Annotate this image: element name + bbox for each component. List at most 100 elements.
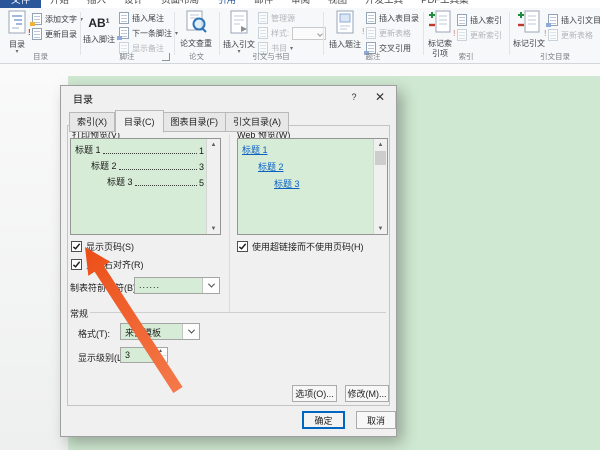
toc-entry: 标题 35: [107, 177, 204, 188]
tab-references[interactable]: 引用: [208, 0, 245, 8]
tab-mailings[interactable]: 邮件: [245, 0, 282, 8]
tab-developer[interactable]: 开发工具: [356, 0, 412, 8]
insert-caption-icon: [333, 10, 357, 40]
mark-entry-button[interactable]: 标记索引项: [425, 10, 455, 58]
button-label: 插入引文目录: [561, 15, 600, 25]
insert-table-of-figures-button[interactable]: 插入表目录: [366, 12, 419, 24]
web-preview-box: 标题 1 标题 2 标题 3 ▲ ▼: [237, 138, 388, 235]
update-index-icon: [453, 29, 467, 41]
spin-up-icon[interactable]: ▲: [154, 348, 167, 356]
insert-table-of-authorities-button[interactable]: 插入引文目录: [546, 14, 600, 27]
tab-review[interactable]: 审阅: [282, 0, 319, 8]
next-footnote-icon: [117, 27, 129, 40]
dialog-tab-table-of-figures[interactable]: 图表目录(F): [163, 112, 226, 132]
tab-design[interactable]: 设计: [115, 0, 152, 8]
dialog-tab-index[interactable]: 索引(X): [69, 112, 115, 132]
web-toc-entry: 标题 3: [274, 179, 300, 189]
tab-insert[interactable]: 插入: [78, 0, 115, 8]
group-label-footnotes: 脚注: [119, 52, 135, 61]
options-button[interactable]: 选项(O)...: [292, 385, 337, 402]
dot-leader: [102, 153, 197, 154]
spin-down-icon[interactable]: ▼: [154, 356, 167, 363]
insert-index-button[interactable]: 插入索引: [457, 14, 502, 26]
style-selector[interactable]: 样式:: [258, 26, 327, 40]
style-icon: [258, 27, 268, 39]
insert-endnote-button[interactable]: 插入尾注: [119, 12, 164, 24]
dialog-tab-table-of-authorities[interactable]: 引文目录(A): [226, 112, 289, 132]
dialog-tab-page: 打印预览(V) 标题 11 标题 23 标题 35 ▲ ▼ Web 预览(W) …: [67, 125, 390, 406]
chevron-down-icon[interactable]: [182, 324, 199, 339]
ribbon-group-citations: 插入引文 ▾ 管理源 样式: 书目 ▾ 引文与书目: [220, 8, 327, 63]
toc-button[interactable]: 目录 ▾: [4, 10, 30, 55]
tab-layout[interactable]: 页面布局: [152, 0, 208, 8]
paper-check-icon: [184, 10, 208, 39]
button-label: 论文查重: [180, 39, 212, 48]
chevron-down-icon[interactable]: [202, 278, 219, 293]
update-index-button[interactable]: 更新索引: [453, 29, 502, 41]
word-window: 文件 开始 插入 设计 页面布局 引用 邮件 审阅 视图 开发工具 PDF工具集…: [0, 0, 600, 450]
scroll-down-icon[interactable]: ▼: [374, 223, 387, 234]
show-page-numbers-checkbox[interactable]: 显示页码(S): [71, 240, 134, 253]
ribbon-group-paper: 论文查重 论文: [175, 8, 218, 63]
checkbox-checked-icon: [71, 259, 82, 270]
close-icon[interactable]: ✕: [372, 89, 388, 104]
insert-citation-button[interactable]: 插入引文 ▾: [222, 10, 256, 55]
paper-check-button[interactable]: 论文查重: [179, 10, 213, 54]
column-divider: [229, 134, 230, 312]
tab-leader-dropdown[interactable]: ......: [134, 277, 220, 294]
ribbon-group-footnotes: AB¹ 插入脚注 插入尾注 下一条脚注 ▾ 显示备注 脚注: [81, 8, 178, 63]
group-label-index: 索引: [458, 52, 474, 61]
group-label-paper: 论文: [189, 52, 204, 61]
update-authorities-table-button[interactable]: 更新表格: [544, 29, 593, 41]
web-toc-entry: 标题 1: [242, 145, 268, 155]
print-preview-scrollbar[interactable]: ▲ ▼: [206, 139, 220, 234]
ribbon: 目录 ▾ 添加文字 ▾ 更新目录 目录 AB¹ 插入脚注 插入尾注: [0, 8, 600, 64]
checkbox-label: 显示页码(S): [86, 242, 134, 252]
manage-sources-button[interactable]: 管理源: [258, 12, 295, 24]
add-text-button[interactable]: 添加文字 ▾: [30, 13, 83, 26]
modify-button[interactable]: 修改(M)...: [345, 385, 389, 402]
update-toc-button[interactable]: 更新目录: [28, 28, 77, 40]
format-dropdown[interactable]: 来自模板: [120, 323, 200, 340]
button-label: 样式:: [271, 28, 290, 38]
next-footnote-button[interactable]: 下一条脚注 ▾: [117, 27, 178, 40]
ribbon-group-captions: 插入题注 插入表目录 更新表格 交叉引用 题注: [324, 8, 422, 63]
show-levels-spinner[interactable]: 3 ▲ ▼: [120, 347, 168, 363]
use-hyperlinks-checkbox[interactable]: 使用超链接而不使用页码(H): [237, 240, 364, 253]
help-icon[interactable]: ?: [346, 89, 362, 104]
spinner-value: 3: [125, 350, 131, 360]
style-dropdown[interactable]: [292, 26, 327, 40]
insert-footnote-button[interactable]: AB¹ 插入脚注: [81, 10, 117, 54]
web-preview-scrollbar[interactable]: ▲ ▼: [373, 139, 387, 234]
tab-file[interactable]: 文件: [0, 0, 42, 8]
tab-home[interactable]: 开始: [41, 0, 78, 8]
ok-button[interactable]: 确定: [302, 411, 345, 429]
scroll-down-icon[interactable]: ▼: [207, 223, 220, 234]
update-table-button[interactable]: 更新表格: [362, 27, 411, 39]
insert-table-of-authorities-icon: [546, 14, 558, 27]
dialog-tab-toc[interactable]: 目录(C): [115, 110, 164, 133]
right-align-page-numbers-checkbox[interactable]: 页码右对齐(R): [71, 258, 144, 271]
button-label: 更新表格: [561, 30, 593, 40]
mark-citation-button[interactable]: 标记引文: [512, 10, 546, 54]
button-label: 标记引文: [513, 39, 545, 48]
group-label-citations: 引文与书目: [252, 52, 290, 61]
button-label: 更新表格: [379, 28, 411, 38]
footnotes-dialog-launcher-icon[interactable]: [162, 53, 170, 61]
dropdown-value: 来自模板: [125, 328, 162, 338]
dialog-title: 目录: [73, 95, 93, 106]
group-label-table-of-authorities: 引文目录: [540, 52, 570, 61]
tab-pdf-tools[interactable]: PDF工具集: [412, 0, 478, 8]
mark-entry-icon: [428, 10, 452, 39]
scroll-up-icon[interactable]: ▲: [207, 139, 220, 150]
tab-view[interactable]: 视图: [319, 0, 356, 8]
dot-leader: [118, 169, 197, 170]
checkbox-label: 页码右对齐(R): [86, 260, 144, 270]
general-group-line: [90, 312, 386, 313]
scroll-up-icon[interactable]: ▲: [374, 139, 387, 150]
insert-citation-icon: [227, 10, 251, 40]
cancel-button[interactable]: 取消: [356, 411, 396, 429]
update-table-icon: [362, 27, 376, 39]
insert-caption-button[interactable]: 插入题注: [328, 10, 362, 54]
scroll-thumb[interactable]: [375, 151, 386, 165]
